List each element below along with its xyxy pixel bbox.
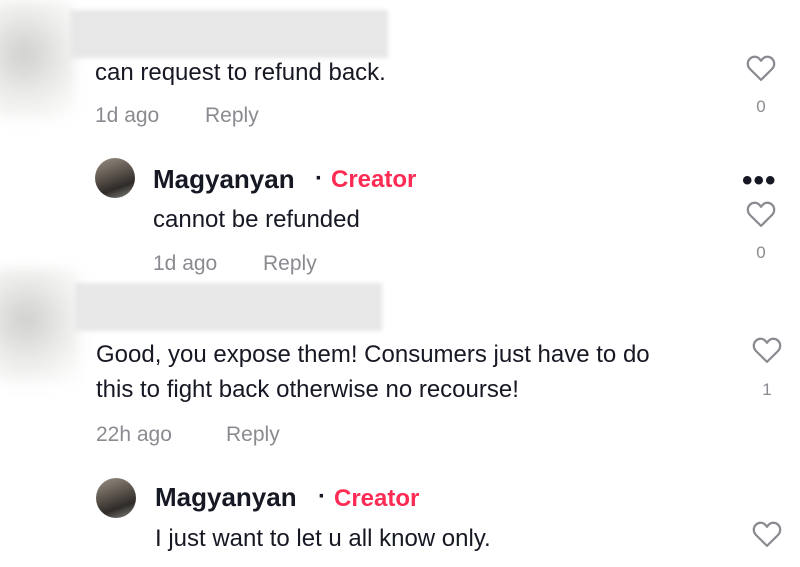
creator-badge: Creator — [331, 166, 417, 193]
like-count: 0 — [756, 97, 766, 116]
blurred-avatar[interactable] — [0, 268, 80, 383]
avatar[interactable] — [95, 158, 135, 198]
like-heart-icon[interactable] — [752, 520, 782, 548]
like-heart-icon[interactable] — [752, 336, 782, 364]
comment-time: 22h ago — [96, 423, 172, 446]
comment-text: can request to refund back. — [95, 59, 386, 86]
name-separator: · — [315, 165, 323, 192]
reply-button[interactable]: Reply — [226, 423, 280, 447]
creator-badge: Creator — [334, 485, 420, 512]
comment-text-line: Good, you expose them! Consumers just ha… — [96, 341, 650, 368]
avatar[interactable] — [96, 478, 136, 518]
blurred-username[interactable] — [75, 283, 382, 331]
comment-text: cannot be refunded — [153, 206, 360, 233]
author-name[interactable]: Magyanyan — [153, 164, 295, 195]
more-dots-icon[interactable]: ••• — [742, 166, 777, 196]
blurred-username[interactable] — [70, 10, 388, 58]
like-count: 1 — [762, 380, 772, 399]
reply-button[interactable]: Reply — [263, 252, 317, 276]
name-separator: · — [318, 483, 326, 510]
like-heart-icon[interactable] — [746, 200, 776, 228]
like-count: 0 — [756, 243, 766, 262]
like-heart-icon[interactable] — [746, 54, 776, 82]
reply-button[interactable]: Reply — [205, 104, 259, 128]
comment-text: I just want to let u all know only. — [155, 525, 491, 552]
author-name[interactable]: Magyanyan — [155, 482, 297, 513]
blurred-avatar[interactable] — [0, 0, 75, 120]
comment-time: 1d ago — [95, 104, 160, 127]
comment-time: 1d ago — [153, 252, 218, 275]
comment-text-line: this to fight back otherwise no recourse… — [96, 376, 519, 403]
